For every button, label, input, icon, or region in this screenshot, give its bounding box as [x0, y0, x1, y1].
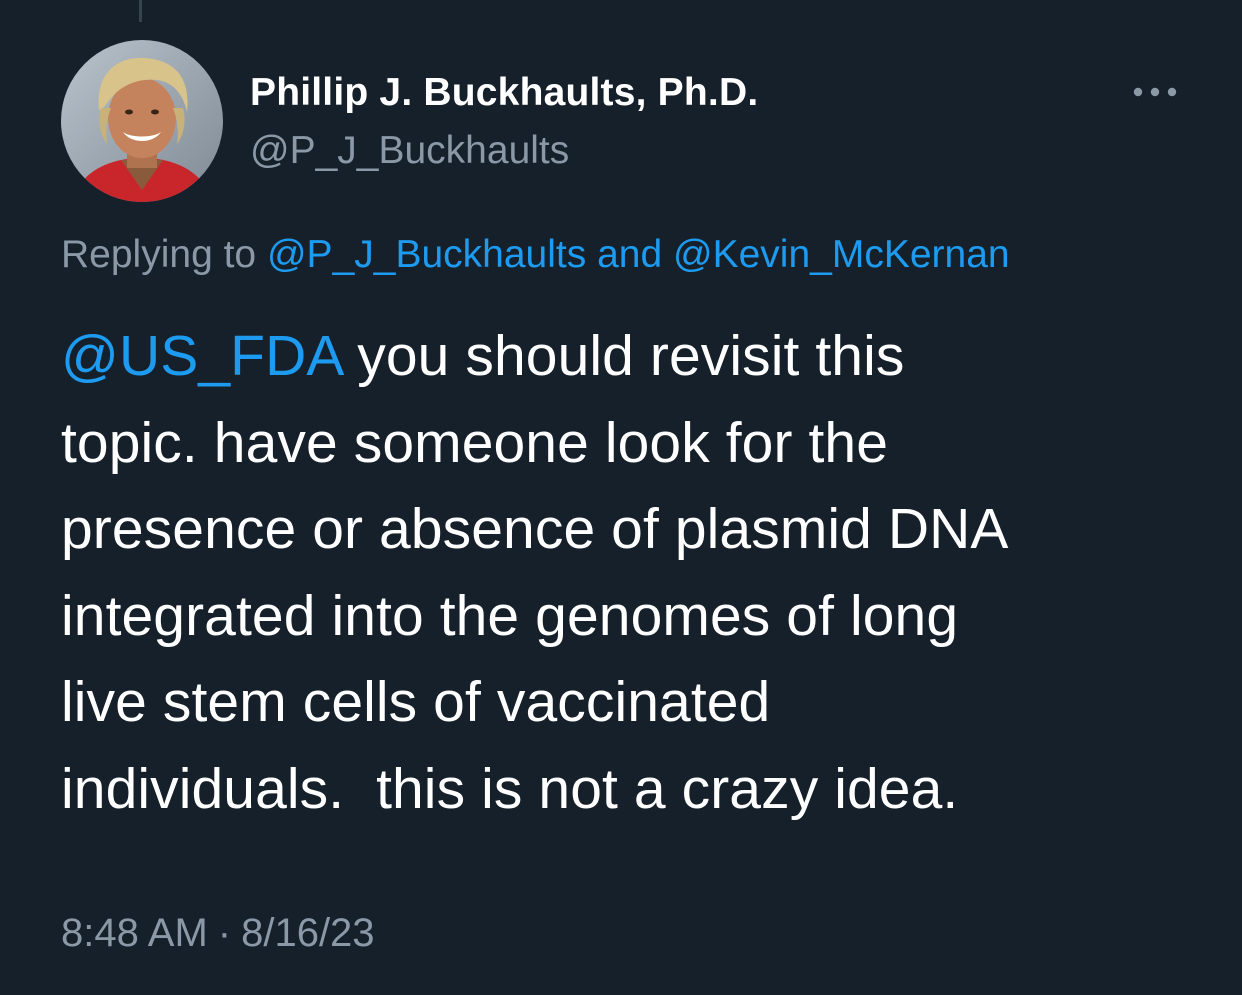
- tweet-line-text: you should revisit this: [357, 324, 905, 388]
- author-handle[interactable]: @P_J_Buckhaults: [250, 128, 569, 174]
- tweet-line: @US_FDA you should revisit this: [61, 313, 1211, 400]
- tweet-line: topic. have someone look for the: [61, 410, 889, 475]
- avatar-image: [61, 40, 223, 202]
- reply-mention-link[interactable]: @Kevin_McKernan: [673, 233, 1010, 276]
- timestamp-separator: ·: [217, 911, 232, 955]
- tweet-line: integrated into the genomes of long: [61, 583, 959, 648]
- more-horizontal-icon: [1133, 87, 1177, 97]
- tweet-time: 8:48 AM: [61, 911, 208, 955]
- tweet-line: presence or absence of plasmid DNA: [61, 497, 1009, 562]
- thread-connector-line: [139, 0, 142, 22]
- tweet-text: @US_FDA you should revisit this topic. h…: [61, 313, 1211, 833]
- reply-mention-link[interactable]: @P_J_Buckhaults: [267, 233, 586, 276]
- avatar[interactable]: [61, 40, 223, 202]
- tweet-mention-link[interactable]: @US_FDA: [61, 324, 341, 388]
- tweet-line: live stem cells of vaccinated: [61, 670, 771, 735]
- reply-prefix: Replying to: [61, 233, 257, 276]
- reply-conjunction[interactable]: and: [597, 233, 662, 276]
- reply-context: Replying to @P_J_Buckhaults and @Kevin_M…: [61, 230, 1010, 280]
- tweet-date: 8/16/23: [241, 911, 375, 955]
- author-display-name[interactable]: Phillip J. Buckhaults, Ph.D.: [250, 70, 758, 116]
- tweet-line: individuals. this is not a crazy idea.: [61, 756, 959, 821]
- more-options-button[interactable]: [1124, 74, 1186, 110]
- tweet-timestamp[interactable]: 8:48 AM · 8/16/23: [61, 908, 375, 958]
